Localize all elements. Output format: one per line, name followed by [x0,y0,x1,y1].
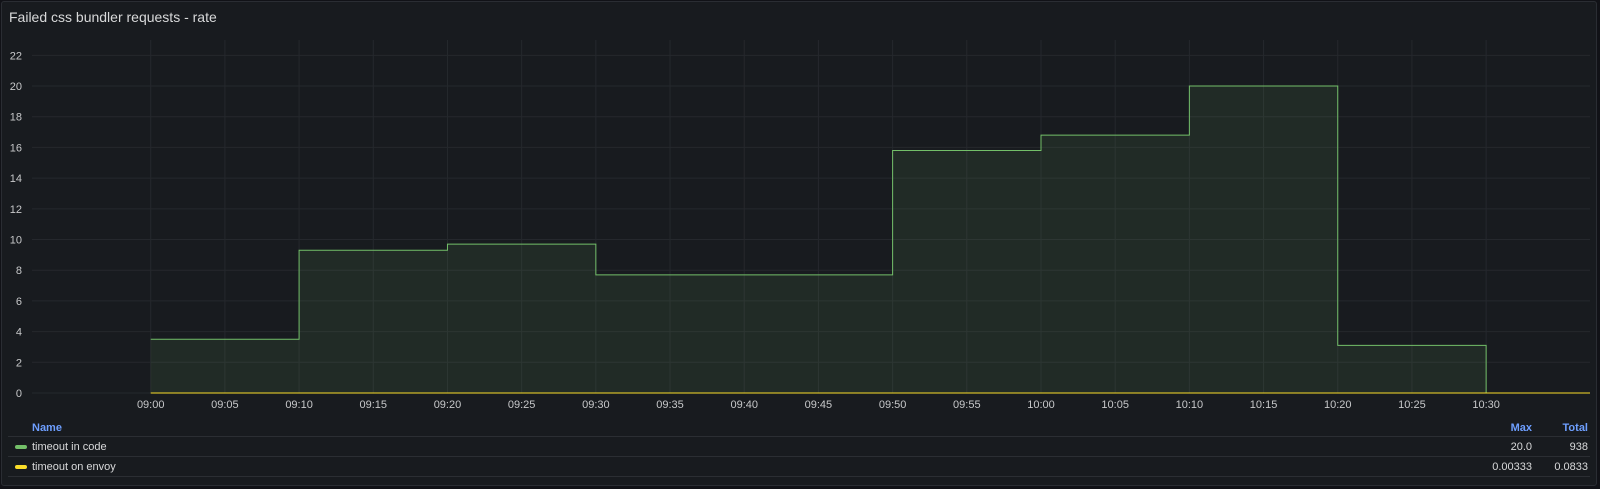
x-tick-label: 10:10 [1176,399,1204,411]
y-tick-label: 18 [10,112,22,124]
legend-series-name: timeout on envoy [32,461,116,473]
legend-total-value: 0.0833 [1554,461,1588,473]
x-tick-label: 09:50 [879,399,907,411]
y-tick-label: 6 [16,296,22,308]
y-tick-label: 2 [16,357,22,369]
x-tick-label: 10:30 [1472,399,1500,411]
legend-max-header[interactable]: Max [1511,422,1532,434]
y-tick-label: 10 [10,235,22,247]
legend-row-timeout-on-envoy[interactable]: timeout on envoy 0.00333 0.0833 [8,457,1590,477]
chart: 0 2 4 6 8 10 12 14 16 18 20 22 09:00 09:05 09:10 09:15 0… [10,40,1590,411]
x-tick-label: 10:25 [1398,399,1426,411]
legend-name-header[interactable]: Name [32,422,62,434]
y-tick-label: 4 [16,327,22,339]
x-tick-label: 09:15 [360,399,388,411]
legend-row-timeout-in-code[interactable]: timeout in code 20.0 938 [8,437,1590,457]
x-tick-label: 10:05 [1101,399,1129,411]
y-tick-label: 20 [10,81,22,93]
legend-total-value: 938 [1569,441,1588,453]
x-tick-label: 09:20 [434,399,462,411]
y-tick-label: 22 [10,50,22,62]
x-tick-label: 09:45 [805,399,833,411]
legend-max-value: 0.00333 [1492,461,1532,473]
x-tick-label: 09:30 [582,399,610,411]
legend: Name Max Total timeout in code 20.0 938 … [8,420,1590,477]
series-color-swatch[interactable] [15,465,27,469]
x-tick-label: 09:25 [508,399,536,411]
series-color-swatch[interactable] [15,445,27,449]
x-tick-label: 09:05 [211,399,239,411]
y-tick-label: 16 [10,142,22,154]
y-tick-label: 8 [16,265,22,277]
legend-header: Name Max Total [8,420,1590,437]
x-tick-label: 10:00 [1027,399,1055,411]
x-tick-label: 09:40 [730,399,758,411]
legend-max-value: 20.0 [1510,441,1532,453]
legend-series-name: timeout in code [32,441,107,453]
y-tick-label: 14 [10,173,22,185]
legend-total-header[interactable]: Total [1563,422,1588,434]
x-tick-label: 10:15 [1250,399,1278,411]
x-tick-label: 09:00 [137,399,165,411]
y-tick-label: 12 [10,204,22,216]
y-tick-label: 0 [16,388,22,400]
x-tick-label: 09:35 [656,399,684,411]
x-tick-label: 10:20 [1324,399,1352,411]
x-tick-label: 09:10 [285,399,313,411]
x-tick-label: 09:55 [953,399,981,411]
